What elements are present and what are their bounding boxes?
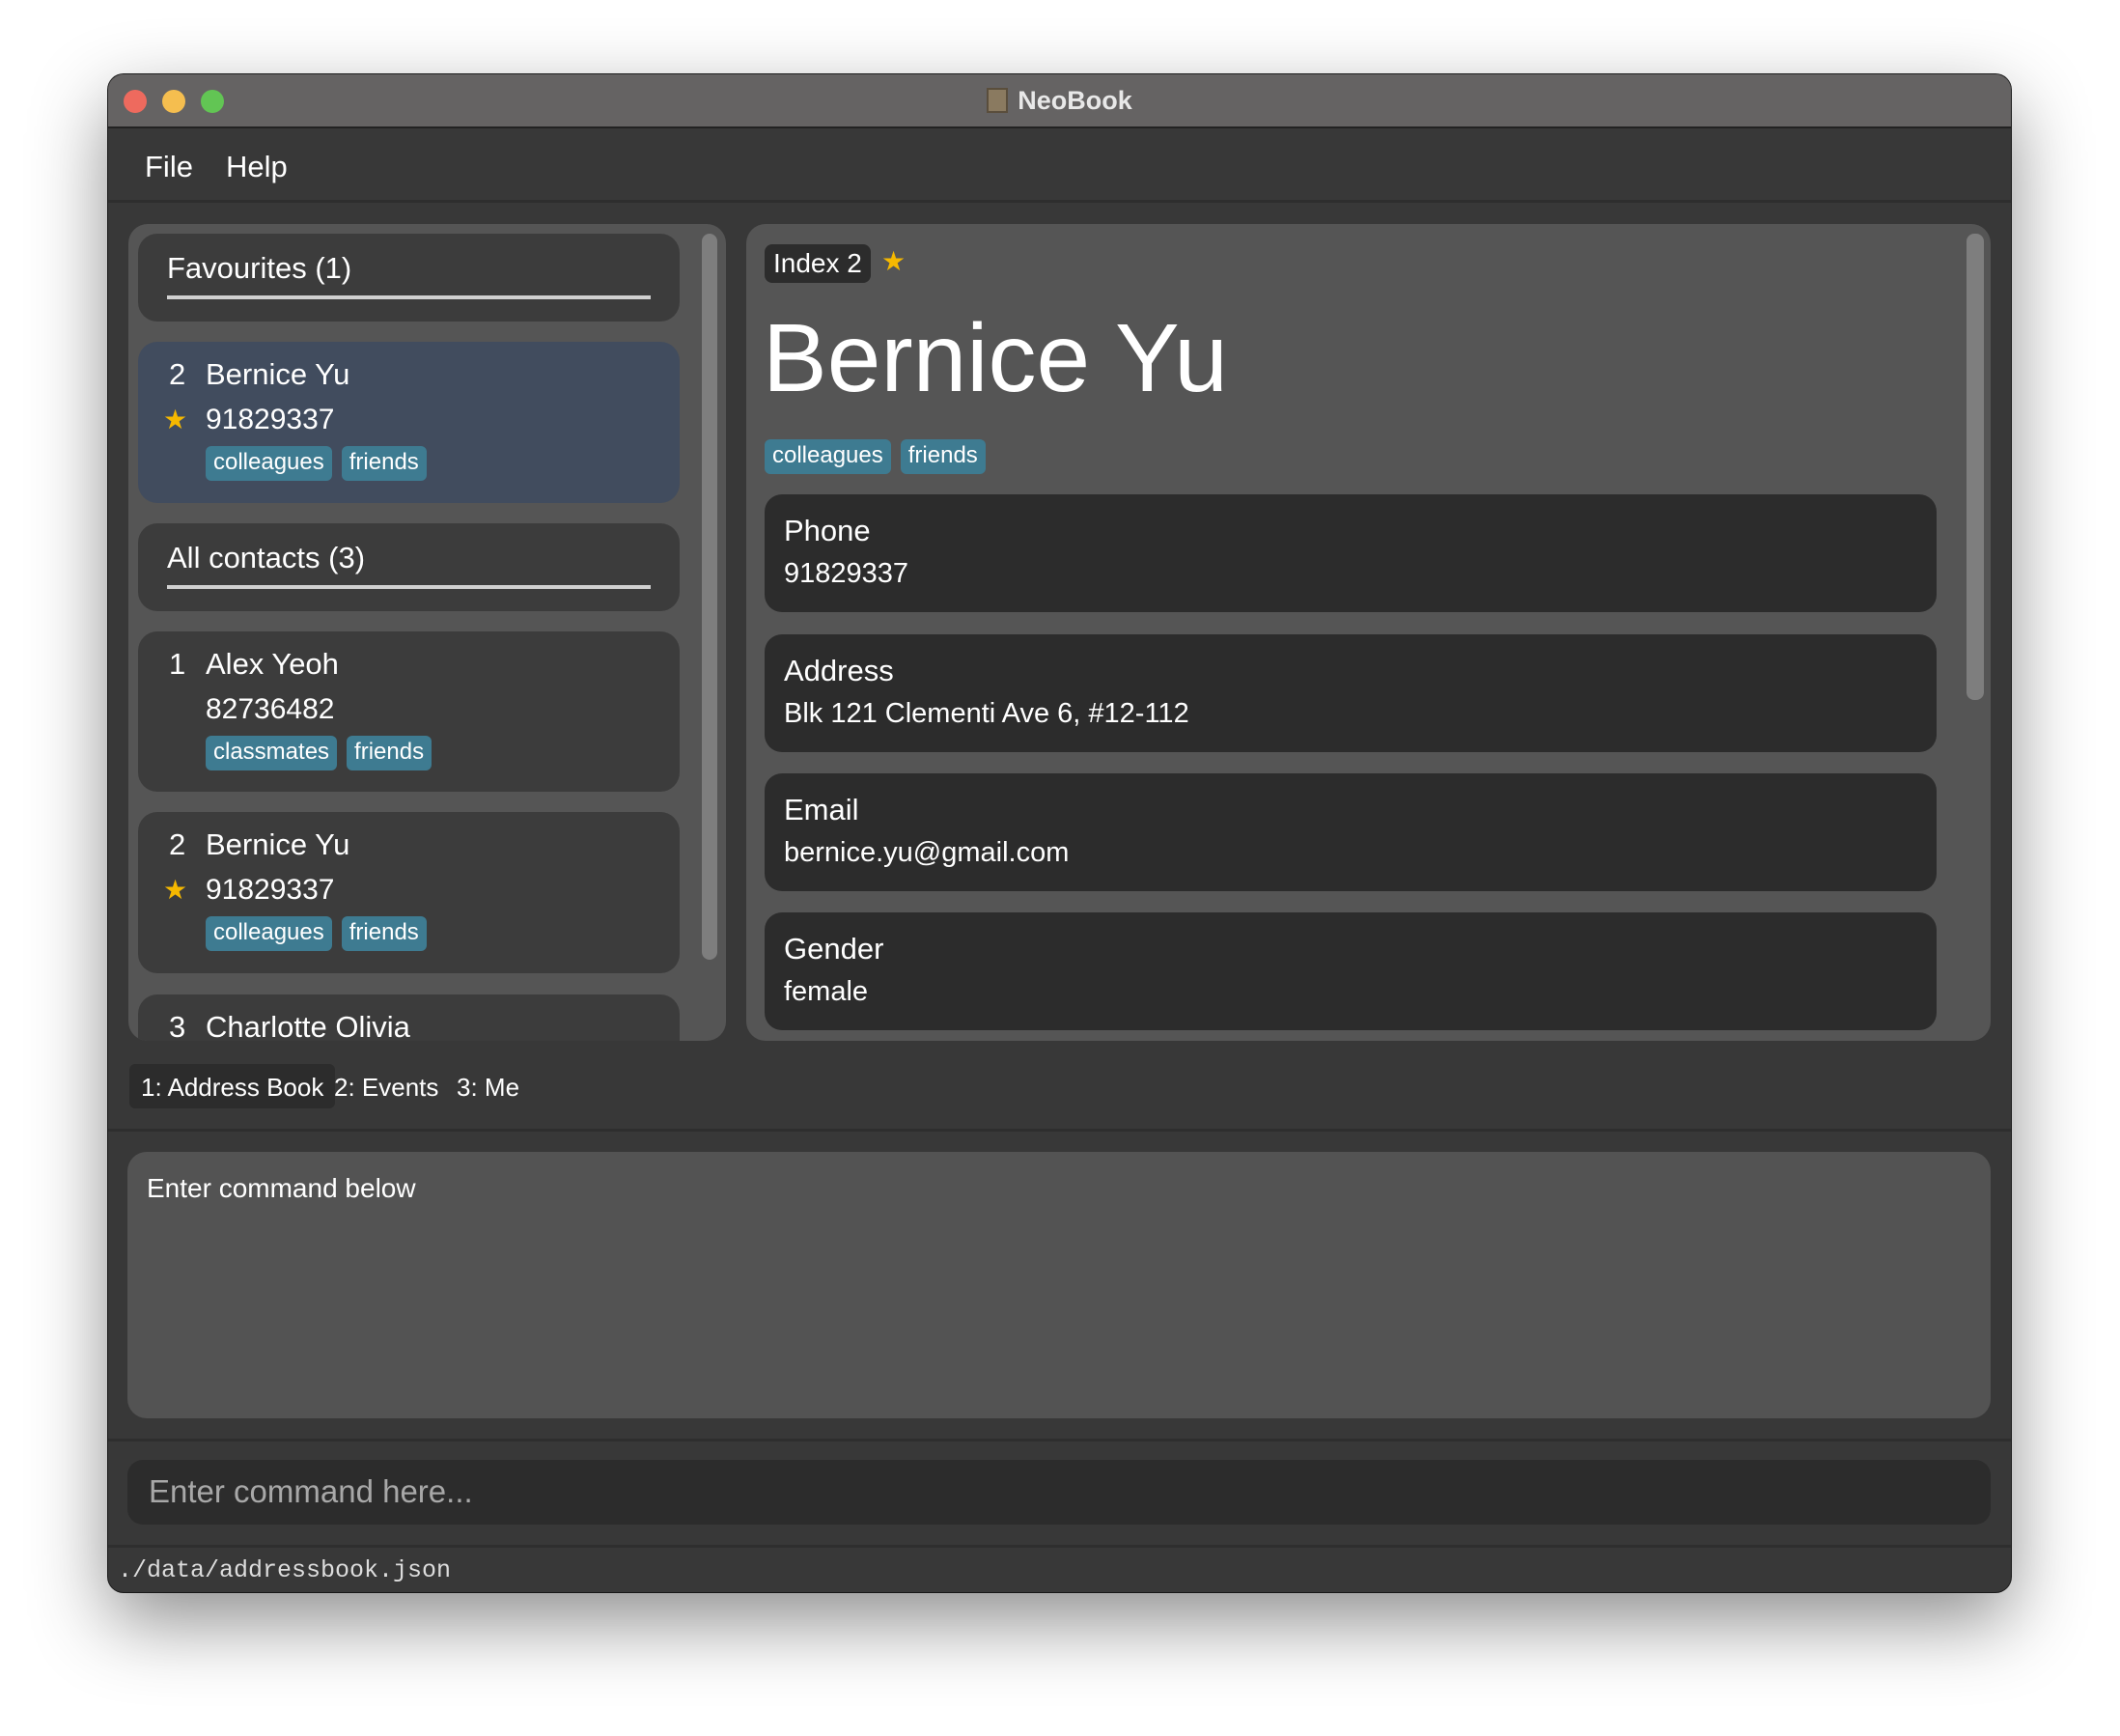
divider (108, 1439, 2011, 1442)
contact-index: 1 (169, 647, 186, 681)
all-contacts-title: All contacts (3) (167, 541, 366, 574)
favourites-title: Favourites (1) (167, 251, 352, 285)
star-icon: ★ (163, 405, 188, 434)
contact-card[interactable]: 3 Charlotte Olivia (138, 994, 680, 1041)
command-input[interactable]: Enter command here... (127, 1460, 1991, 1525)
address-field: Address Blk 121 Clementi Ave 6, #12-112 (765, 634, 1937, 752)
tag: friends (341, 446, 427, 481)
app-icon (987, 88, 1009, 113)
email-field: Email bernice.yu@gmail.com (765, 773, 1937, 891)
command-placeholder: Enter command here... (149, 1473, 473, 1509)
contact-name: Bernice Yu (206, 827, 350, 861)
divider (167, 585, 651, 589)
contact-index: 3 (169, 1010, 186, 1041)
contact-phone: 82736482 (206, 693, 335, 725)
tab-address-book[interactable]: 1: Address Book (129, 1064, 336, 1108)
contact-card[interactable]: 1 Alex Yeoh 82736482 classmates friends (138, 631, 680, 792)
list-scrollbar[interactable] (702, 234, 717, 960)
star-icon: ★ (163, 875, 188, 905)
divider (108, 1129, 2011, 1132)
all-contacts-header: All contacts (3) (138, 523, 680, 611)
result-text: Enter command below (147, 1173, 416, 1203)
favourites-header: Favourites (1) (138, 234, 680, 322)
app-window: NeoBook File Help Favourites (1) 2 Berni… (108, 74, 2011, 1592)
phone-field: Phone 91829337 (765, 494, 1937, 612)
detail-name: Bernice Yu (763, 304, 1228, 412)
field-value: female (784, 976, 869, 1007)
field-value: 91829337 (784, 558, 909, 589)
window-title: NeoBook (108, 86, 2011, 116)
field-label: Phone (784, 514, 871, 547)
contact-name: Bernice Yu (206, 357, 350, 391)
menu-help[interactable]: Help (226, 150, 288, 184)
tag: friends (347, 736, 432, 770)
contact-card[interactable]: 2 Bernice Yu ★ 91829337 colleagues friend… (138, 342, 680, 503)
menu-file[interactable]: File (145, 150, 193, 184)
result-display: Enter command below (127, 1152, 1991, 1418)
contact-list-panel: Favourites (1) 2 Bernice Yu ★ 91829337 c… (128, 224, 726, 1041)
field-value: bernice.yu@gmail.com (784, 837, 1070, 868)
star-icon: ★ (881, 246, 907, 276)
title-bar: NeoBook (108, 74, 2011, 128)
contact-detail-panel: Index 2 ★ Bernice Yu colleagues friends P… (746, 224, 1991, 1041)
field-label: Address (784, 654, 894, 687)
window-title-text: NeoBook (1018, 86, 1132, 115)
contact-card[interactable]: 2 Bernice Yu ★ 91829337 colleagues friend… (138, 812, 680, 973)
contact-phone: 91829337 (206, 874, 335, 906)
tag: colleagues (765, 439, 891, 474)
divider (167, 295, 651, 299)
status-bar-path: ./data/addressbook.json (118, 1556, 452, 1584)
field-label: Gender (784, 932, 884, 966)
tag: colleagues (206, 446, 332, 481)
gender-field: Gender female (765, 912, 1937, 1030)
contact-name: Alex Yeoh (206, 647, 339, 681)
tag: friends (341, 916, 427, 951)
tag: friends (900, 439, 986, 474)
contact-index: 2 (169, 357, 186, 391)
contact-phone: 91829337 (206, 404, 335, 435)
menu-bar: File Help (108, 130, 2011, 203)
tab-me[interactable]: 3: Me (445, 1064, 531, 1108)
divider (108, 1545, 2011, 1548)
tag: colleagues (206, 916, 332, 951)
field-label: Email (784, 793, 859, 826)
index-badge: Index 2 (765, 244, 871, 283)
contact-name: Charlotte Olivia (206, 1010, 410, 1041)
contact-index: 2 (169, 827, 186, 861)
tab-events[interactable]: 2: Events (322, 1064, 450, 1108)
tag: classmates (206, 736, 338, 770)
detail-scrollbar[interactable] (1967, 234, 1984, 700)
field-value: Blk 121 Clementi Ave 6, #12-112 (784, 698, 1189, 729)
